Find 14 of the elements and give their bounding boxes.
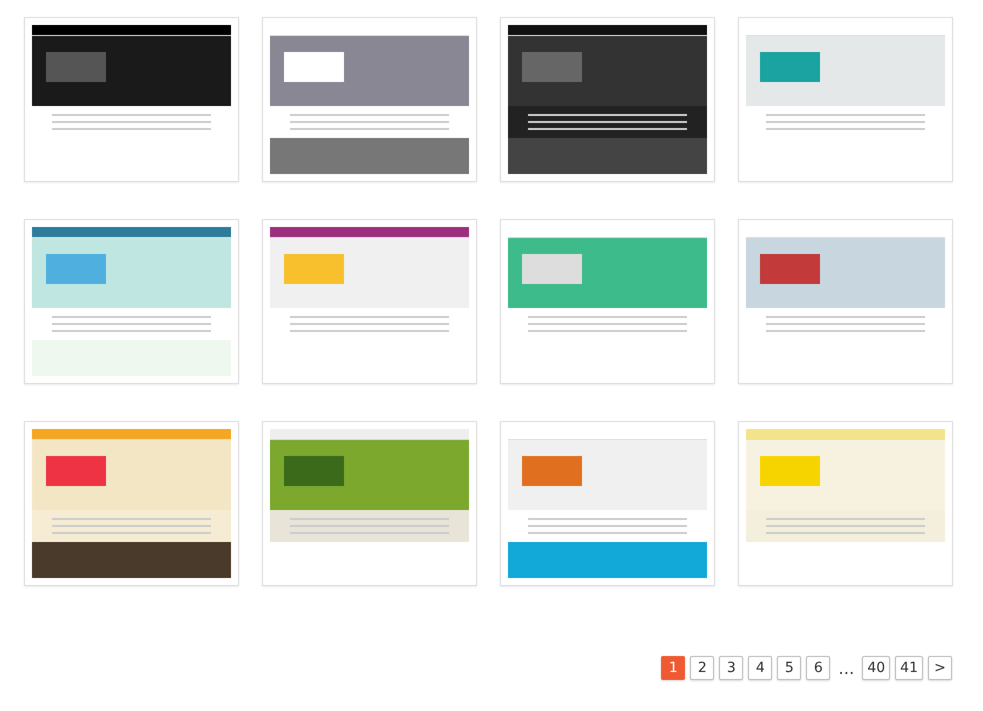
page-button[interactable]: 2	[690, 656, 714, 680]
template-card[interactable]	[262, 421, 477, 586]
page-button[interactable]: 6	[806, 656, 830, 680]
template-card[interactable]	[262, 219, 477, 384]
template-card[interactable]	[500, 17, 715, 182]
page-button[interactable]: 40	[862, 656, 890, 680]
next-page-button[interactable]: >	[928, 656, 952, 680]
page-button[interactable]: 4	[748, 656, 772, 680]
page-button[interactable]: 3	[719, 656, 744, 680]
ellipsis: …	[837, 658, 856, 678]
page-button[interactable]: 41	[895, 656, 923, 680]
page-button[interactable]: 5	[777, 656, 802, 680]
template-card[interactable]	[24, 421, 239, 586]
template-card[interactable]	[24, 17, 239, 182]
